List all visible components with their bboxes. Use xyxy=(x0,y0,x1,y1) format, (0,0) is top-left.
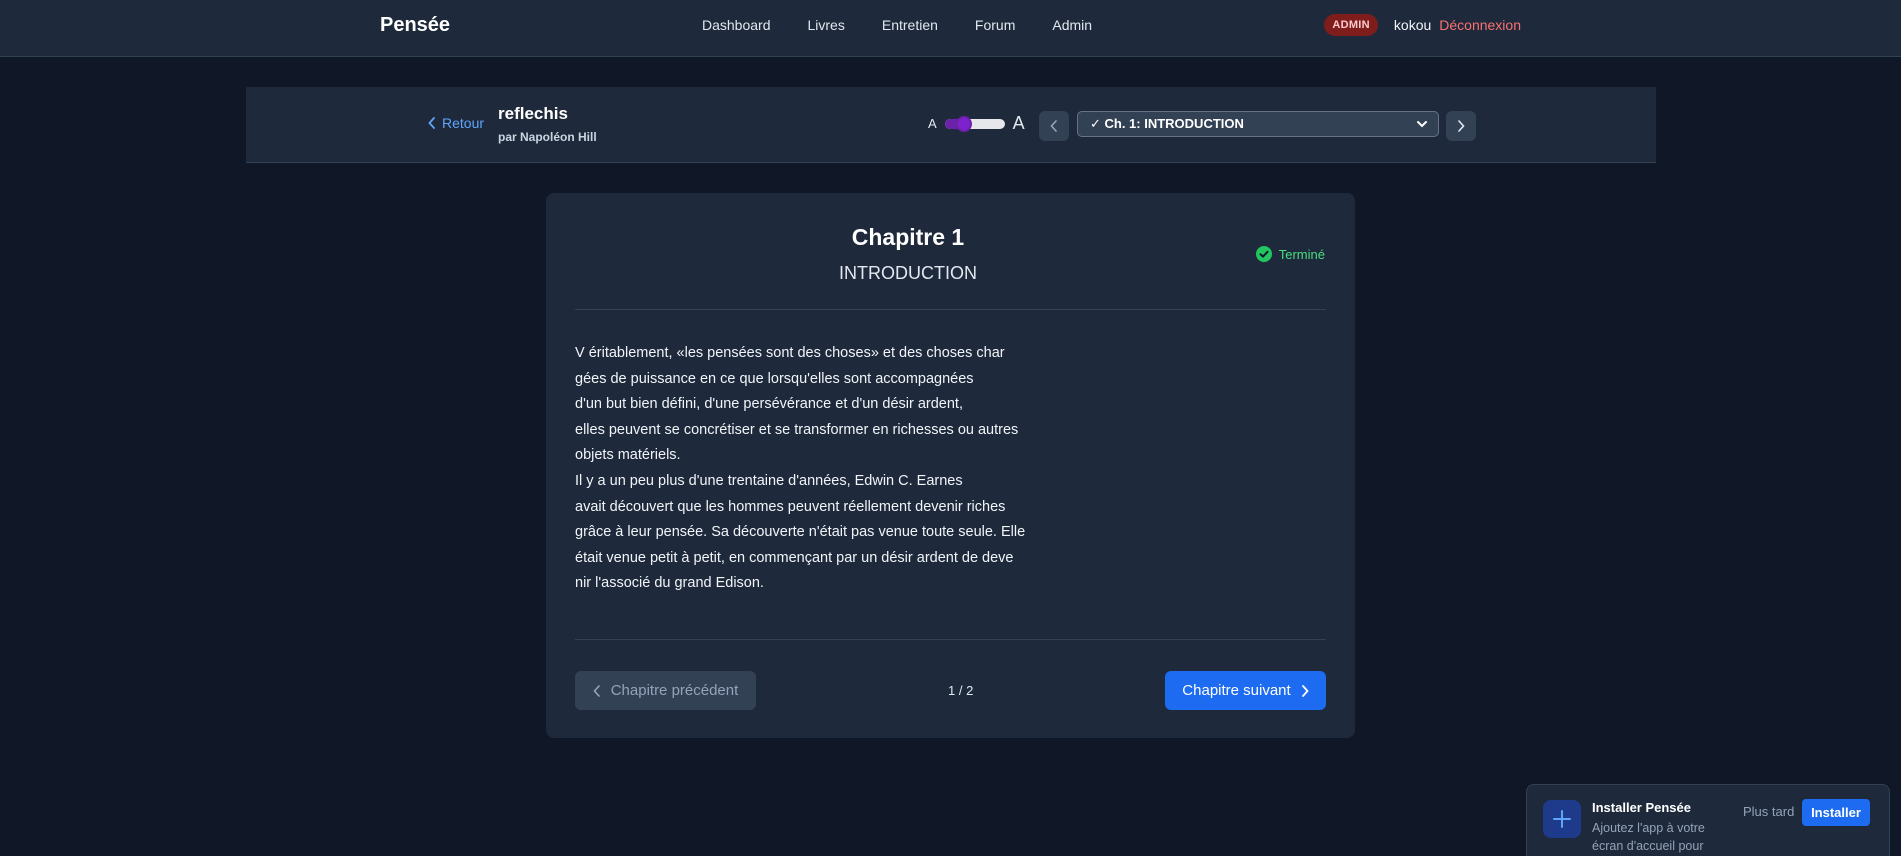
install-button[interactable]: Installer xyxy=(1802,799,1870,826)
slider-thumb[interactable] xyxy=(955,115,972,132)
nav-link-forum[interactable]: Forum xyxy=(975,17,1015,33)
status-badge: Terminé xyxy=(1255,246,1325,262)
chevron-left-icon xyxy=(1050,120,1057,132)
font-smaller-label: A xyxy=(928,116,937,131)
text-line: avait découvert que les hommes peuvent r… xyxy=(575,498,1006,515)
text-line: était venue petit à petit, en commençant… xyxy=(575,549,1014,566)
main-nav: Dashboard Livres Entretien Forum Admin xyxy=(702,17,1129,33)
nav-link-dashboard[interactable]: Dashboard xyxy=(702,17,771,33)
next-chapter-button[interactable]: Chapitre suivant xyxy=(1165,671,1326,710)
book-author: par Napoléon Hill xyxy=(498,130,597,144)
text-line: gées de puissance en ce que lorsqu'elles… xyxy=(575,370,974,387)
previous-chapter-label: Chapitre précédent xyxy=(610,682,739,699)
divider xyxy=(575,639,1326,640)
brand-logo[interactable]: Pensée xyxy=(380,14,450,37)
prev-chapter-icon-button[interactable] xyxy=(1039,111,1069,141)
nav-link-admin[interactable]: Admin xyxy=(1052,17,1092,33)
text-line: grâce à leur pensée. Sa découverte n'éta… xyxy=(575,524,1026,541)
later-button[interactable]: Plus tard xyxy=(1743,804,1794,819)
reader-toolbar: Retour reflechis par Napoléon Hill A A ✓… xyxy=(246,87,1656,163)
font-size-control: A A xyxy=(928,113,1025,134)
install-title: Installer Pensée xyxy=(1592,800,1691,815)
text-line: Il y a un peu plus d'une trentaine d'ann… xyxy=(575,472,963,489)
chapter-card: Chapitre 1 INTRODUCTION Terminé V éritab… xyxy=(546,193,1355,738)
status-label: Terminé xyxy=(1278,246,1325,262)
previous-chapter-button[interactable]: Chapitre précédent xyxy=(575,671,756,710)
font-larger-label: A xyxy=(1012,113,1025,133)
chevron-right-icon xyxy=(1458,120,1465,132)
chevron-left-icon xyxy=(428,117,435,129)
nav-link-entretien[interactable]: Entretien xyxy=(882,17,938,33)
chevron-left-icon xyxy=(593,684,600,697)
chapter-title: INTRODUCTION xyxy=(839,263,977,283)
install-prompt: Installer Pensée Ajoutez l'app à votre é… xyxy=(1526,784,1890,856)
chapter-text: V éritablement, «les pensées sont des ch… xyxy=(575,341,1075,597)
admin-badge: ADMIN xyxy=(1324,14,1378,36)
chevron-right-icon xyxy=(1301,684,1309,697)
text-line: objets matériels. xyxy=(575,447,681,464)
chapter-select-value: ✓ Ch. 1: INTRODUCTION xyxy=(1090,116,1244,131)
divider xyxy=(575,309,1326,310)
back-label: Retour xyxy=(442,115,485,131)
chevron-down-icon xyxy=(1417,121,1427,128)
nav-link-livres[interactable]: Livres xyxy=(808,17,845,33)
back-link[interactable]: Retour xyxy=(428,115,484,131)
text-line: d'un but bien défini, d'une persévérance… xyxy=(575,396,963,413)
chapter-select[interactable]: ✓ Ch. 1: INTRODUCTION xyxy=(1077,111,1439,137)
text-line: V éritablement, «les pensées sont des ch… xyxy=(575,345,1005,361)
book-title: reflechis xyxy=(498,104,568,123)
username: kokou xyxy=(1393,17,1432,33)
next-chapter-label: Chapitre suivant xyxy=(1182,682,1291,699)
text-line: elles peuvent se concrétiser et se trans… xyxy=(575,421,1019,438)
logout-link[interactable]: Déconnexion xyxy=(1439,17,1521,33)
user-menu: ADMIN kokou Déconnexion xyxy=(1324,14,1521,36)
page-indicator: 1 / 2 xyxy=(948,683,974,698)
check-circle-icon xyxy=(1255,246,1272,262)
plus-icon xyxy=(1543,800,1581,838)
next-chapter-icon-button[interactable] xyxy=(1446,111,1476,141)
font-size-slider[interactable] xyxy=(944,115,1005,132)
top-navbar: Pensée Dashboard Livres Entretien Forum … xyxy=(0,0,1901,57)
text-line: nir l'associé du grand Edison. xyxy=(575,575,764,592)
install-description: Ajoutez l'app à votre écran d'accueil po… xyxy=(1592,821,1705,853)
chapter-number: Chapitre 1 xyxy=(851,224,965,250)
